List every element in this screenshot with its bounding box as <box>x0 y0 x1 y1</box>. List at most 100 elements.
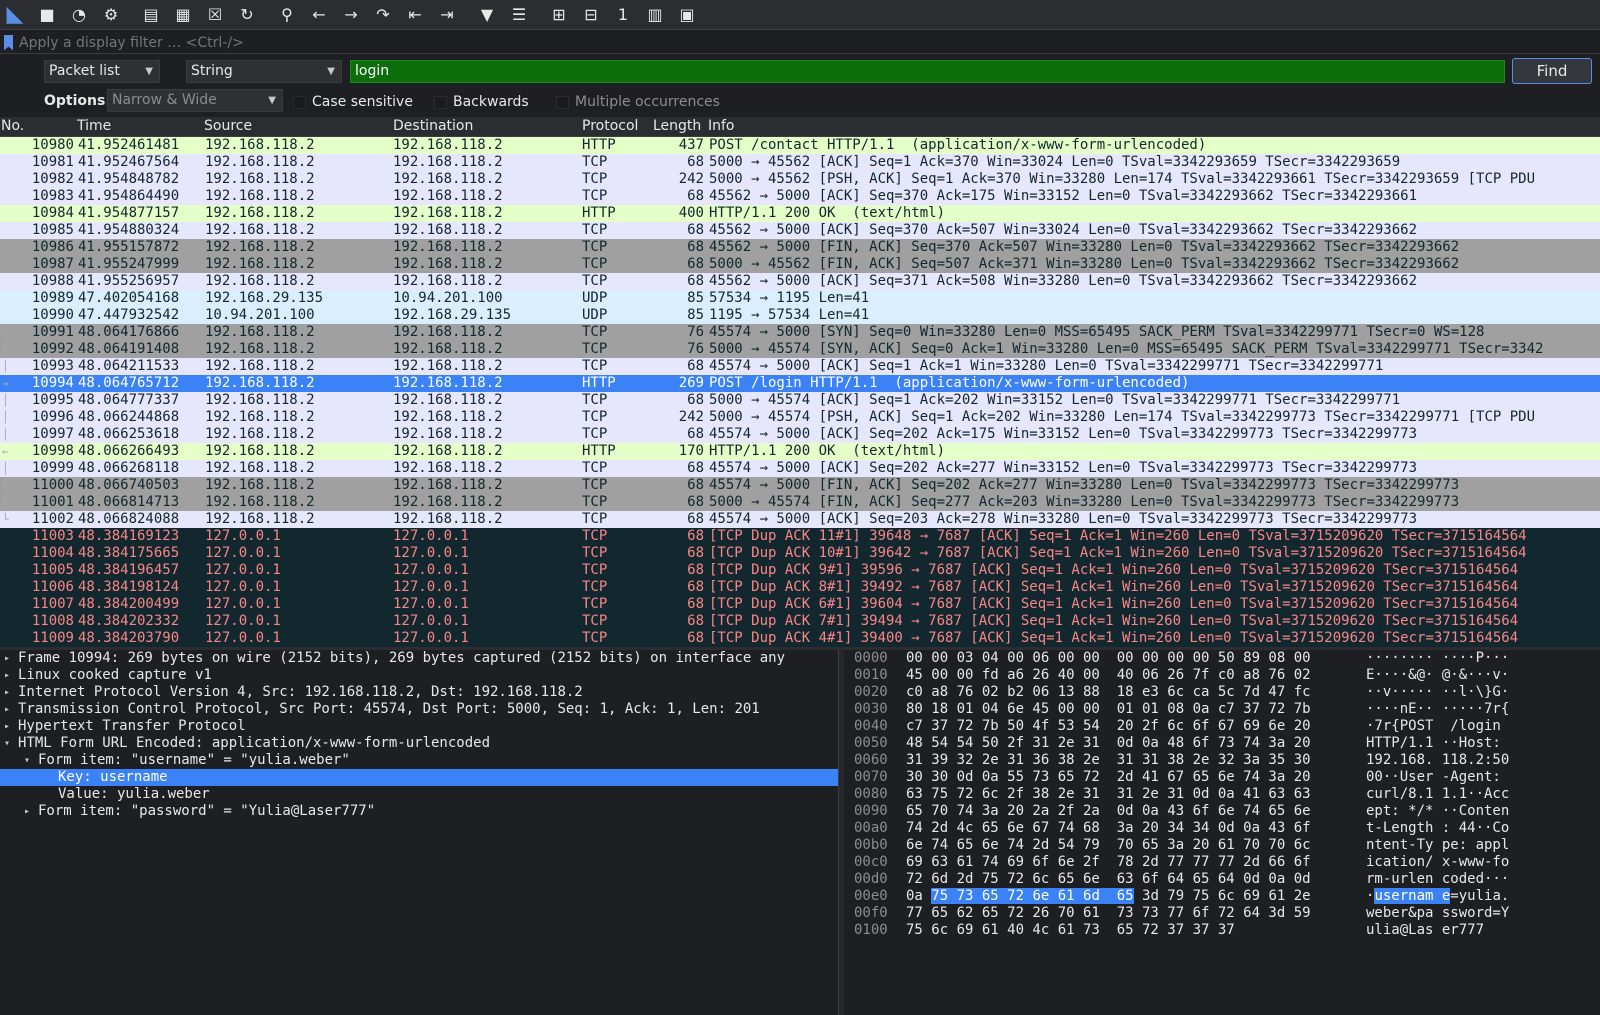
packet-row[interactable]: 10984 41.954877157 192.168.118.2 192.168.11… <box>0 205 1600 222</box>
packet-row[interactable]: 10980 41.952461481 192.168.118.2 192.168.11… <box>0 137 1600 154</box>
packet-bytes-pane[interactable]: 0000 00 00 03 04 00 06 00 00 00 00 00 00 … <box>846 650 1600 1015</box>
ascii-bytes[interactable]: 00··User -Agent: <box>1366 769 1509 786</box>
detail-tree-item[interactable]: Value: yulia.weber <box>0 786 838 803</box>
detail-tree-item[interactable]: ▸ Frame 10994: 269 bytes on wire (2152 bi… <box>0 650 838 667</box>
find-button[interactable]: Find <box>1512 58 1592 84</box>
first-packet-icon[interactable]: ⇤ <box>404 3 426 27</box>
ascii-bytes[interactable]: ··v····· ··l·\}G· <box>1366 684 1509 701</box>
charset-dropdown[interactable]: Narrow & Wide ▼ <box>107 89 283 112</box>
hex-bytes[interactable]: 72 6d 2d 75 72 6c 65 6e 63 6f 64 65 64 0… <box>906 871 1311 888</box>
ascii-bytes[interactable]: ication/ x-www-fo <box>1366 854 1509 871</box>
auto-scroll-icon[interactable]: ▼ <box>476 3 498 27</box>
packet-row[interactable]: ← 10998 48.066266493 192.168.118.2 192.168.1… <box>0 443 1600 460</box>
hex-bytes[interactable]: 63 75 72 6c 2f 38 2e 31 31 2e 31 0d 0a 4… <box>906 786 1311 803</box>
packet-row[interactable]: 10981 41.952467564 192.168.118.2 192.168.11… <box>0 154 1600 171</box>
hex-bytes[interactable]: c7 37 72 7b 50 4f 53 54 20 2f 6c 6f 67 6… <box>906 718 1311 735</box>
chevron-right-icon[interactable]: ▸ <box>4 684 16 701</box>
multiple-occurrences-checkbox[interactable]: Multiple occurrences <box>556 94 720 110</box>
packet-row[interactable]: 10989 47.402054168 192.168.29.135 10.94.201… <box>0 290 1600 307</box>
detail-tree-item[interactable]: ▸ Linux cooked capture v1 <box>0 667 838 684</box>
packet-row[interactable]: 10985 41.954880324 192.168.118.2 192.168.11… <box>0 222 1600 239</box>
chevron-right-icon[interactable]: ▸ <box>4 667 16 684</box>
last-packet-icon[interactable]: ⇥ <box>436 3 458 27</box>
detail-tree-item[interactable]: ▸ Internet Protocol Version 4, Src: 192.1… <box>0 684 838 701</box>
zoom-out-icon[interactable]: ⊟ <box>580 3 602 27</box>
find-packet-icon[interactable]: ⚲ <box>276 3 298 27</box>
filter-bookmark-icon[interactable] <box>4 34 13 51</box>
chevron-right-icon[interactable]: ▸ <box>4 650 16 667</box>
ascii-bytes[interactable]: ········ ····P··· <box>1366 650 1509 667</box>
packet-row[interactable]: │ 10995 48.064777337 192.168.118.2 192.168.1… <box>0 392 1600 409</box>
packet-row[interactable]: ┌ 10991 48.064176866 192.168.118.2 192.168.1… <box>0 324 1600 341</box>
hex-bytes[interactable]: 74 2d 4c 65 6e 67 74 68 3a 20 34 34 0d 0… <box>906 820 1311 837</box>
hex-bytes[interactable]: 69 63 61 74 69 6f 6e 2f 78 2d 77 77 77 2… <box>906 854 1311 871</box>
layout-icon[interactable]: ▣ <box>676 3 698 27</box>
column-header-info[interactable]: Info <box>708 118 735 134</box>
column-header-protocol[interactable]: Protocol <box>582 118 638 134</box>
go-to-packet-icon[interactable]: ↷ <box>372 3 394 27</box>
packet-row[interactable]: │ 11000 48.066740503 192.168.118.2 192.168.1… <box>0 477 1600 494</box>
packet-row[interactable]: │ 10997 48.066253618 192.168.118.2 192.168.1… <box>0 426 1600 443</box>
ascii-bytes[interactable]: ntent-Ty pe: appl <box>1366 837 1509 854</box>
detail-tree-item[interactable]: ▸ Transmission Control Protocol, Src Port… <box>0 701 838 718</box>
hex-bytes[interactable]: 0a 75 73 65 72 6e 61 6d 65 3d 79 75 6c 6… <box>906 888 1311 905</box>
save-file-icon[interactable]: ▦ <box>172 3 194 27</box>
ascii-bytes[interactable]: 192.168. 118.2:50 <box>1366 752 1509 769</box>
packet-row[interactable]: 11003 48.384169123 127.0.0.1 127.0.0.1 TCP 68… <box>0 528 1600 545</box>
packet-row[interactable]: 11008 48.384202332 127.0.0.1 127.0.0.1 TCP 68… <box>0 613 1600 630</box>
restart-capture-icon[interactable]: ◔ <box>68 3 90 27</box>
hex-bytes[interactable]: c0 a8 76 02 b2 06 13 88 18 e3 6c ca 5c 7… <box>906 684 1311 701</box>
chevron-right-icon[interactable]: ▸ <box>24 803 36 820</box>
packet-row[interactable]: │ 10999 48.066268118 192.168.118.2 192.168.1… <box>0 460 1600 477</box>
packet-list[interactable]: No. Time Source Destination Protocol Len… <box>0 117 1600 647</box>
shark-fin-start-icon[interactable]: ◣ <box>4 2 26 27</box>
packet-row[interactable]: 10990 47.447932542 10.94.201.100 192.168.29… <box>0 307 1600 324</box>
chevron-down-icon[interactable]: ▾ <box>24 752 36 769</box>
ascii-bytes[interactable]: ept: */* ··Conten <box>1366 803 1509 820</box>
chevron-right-icon[interactable]: ▸ <box>4 718 16 735</box>
reload-file-icon[interactable]: ↻ <box>236 3 258 27</box>
hex-bytes[interactable]: 45 00 00 fd a6 26 40 00 40 06 26 7f c0 a… <box>906 667 1311 684</box>
packet-row[interactable]: 10982 41.954848782 192.168.118.2 192.168.11… <box>0 171 1600 188</box>
packet-row[interactable]: 11005 48.384196457 127.0.0.1 127.0.0.1 TCP 68… <box>0 562 1600 579</box>
hex-bytes[interactable]: 6e 74 65 6e 74 2d 54 79 70 65 3a 20 61 7… <box>906 837 1311 854</box>
ascii-bytes[interactable]: ·7r{POST /login <box>1366 718 1509 735</box>
packet-row[interactable]: 10987 41.955247999 192.168.118.2 192.168.11… <box>0 256 1600 273</box>
column-header-time[interactable]: Time <box>77 118 111 134</box>
close-file-icon[interactable]: ☒ <box>204 3 226 27</box>
column-header-destination[interactable]: Destination <box>393 118 473 134</box>
resize-columns-icon[interactable]: ▥ <box>644 3 666 27</box>
hex-bytes[interactable]: 80 18 01 04 6e 45 00 00 01 01 08 0a c7 3… <box>906 701 1311 718</box>
packet-row[interactable]: └ 11002 48.066824088 192.168.118.2 192.168.1… <box>0 511 1600 528</box>
search-in-dropdown[interactable]: Packet list ▼ <box>44 60 160 83</box>
backwards-checkbox[interactable]: Backwards <box>434 94 529 110</box>
ascii-bytes[interactable]: t-Length : 44··Co <box>1366 820 1509 837</box>
packet-row[interactable]: 11004 48.384175665 127.0.0.1 127.0.0.1 TCP 68… <box>0 545 1600 562</box>
normal-size-icon[interactable]: 1 <box>612 3 634 27</box>
colorize-icon[interactable]: ☰ <box>508 3 530 27</box>
ascii-bytes[interactable]: HTTP/1.1 ··Host: <box>1366 735 1509 752</box>
pane-splitter-vertical[interactable] <box>838 650 844 1015</box>
column-header-source[interactable]: Source <box>204 118 252 134</box>
capture-options-icon[interactable]: ⚙ <box>100 3 122 27</box>
ascii-bytes[interactable]: E····&@· @·&···v· <box>1366 667 1509 684</box>
hex-bytes[interactable]: 31 39 32 2e 31 36 38 2e 31 31 38 2e 32 3… <box>906 752 1311 769</box>
ascii-bytes[interactable]: weber&pa ssword=Y <box>1366 905 1509 922</box>
go-back-icon[interactable]: ← <box>308 3 330 27</box>
packet-row[interactable]: 11009 48.384203790 127.0.0.1 127.0.0.1 TCP 68… <box>0 630 1600 647</box>
packet-row[interactable]: 11007 48.384200499 127.0.0.1 127.0.0.1 TCP 68… <box>0 596 1600 613</box>
case-sensitive-checkbox[interactable]: Case sensitive <box>293 94 413 110</box>
packet-row[interactable]: │ 11001 48.066814713 192.168.118.2 192.168.1… <box>0 494 1600 511</box>
packet-row[interactable]: │ 10996 48.066244868 192.168.118.2 192.168.1… <box>0 409 1600 426</box>
hex-bytes[interactable]: 00 00 03 04 00 06 00 00 00 00 00 00 50 8… <box>906 650 1311 667</box>
open-file-icon[interactable]: ▤ <box>140 3 162 27</box>
search-string-input[interactable]: login <box>350 60 1505 83</box>
detail-tree-item[interactable]: ▸ Form item: "password" = "Yulia@Laser777… <box>0 803 838 820</box>
chevron-right-icon[interactable]: ▸ <box>4 701 16 718</box>
packet-row[interactable]: → 10994 48.064765712 192.168.118.2 192.168.1… <box>0 375 1600 392</box>
display-filter-input[interactable] <box>19 34 1600 51</box>
zoom-in-icon[interactable]: ⊞ <box>548 3 570 27</box>
detail-tree-item[interactable]: ▸ Hypertext Transfer Protocol <box>0 718 838 735</box>
go-forward-icon[interactable]: → <box>340 3 362 27</box>
ascii-bytes[interactable]: rm-urlen coded··· <box>1366 871 1509 888</box>
